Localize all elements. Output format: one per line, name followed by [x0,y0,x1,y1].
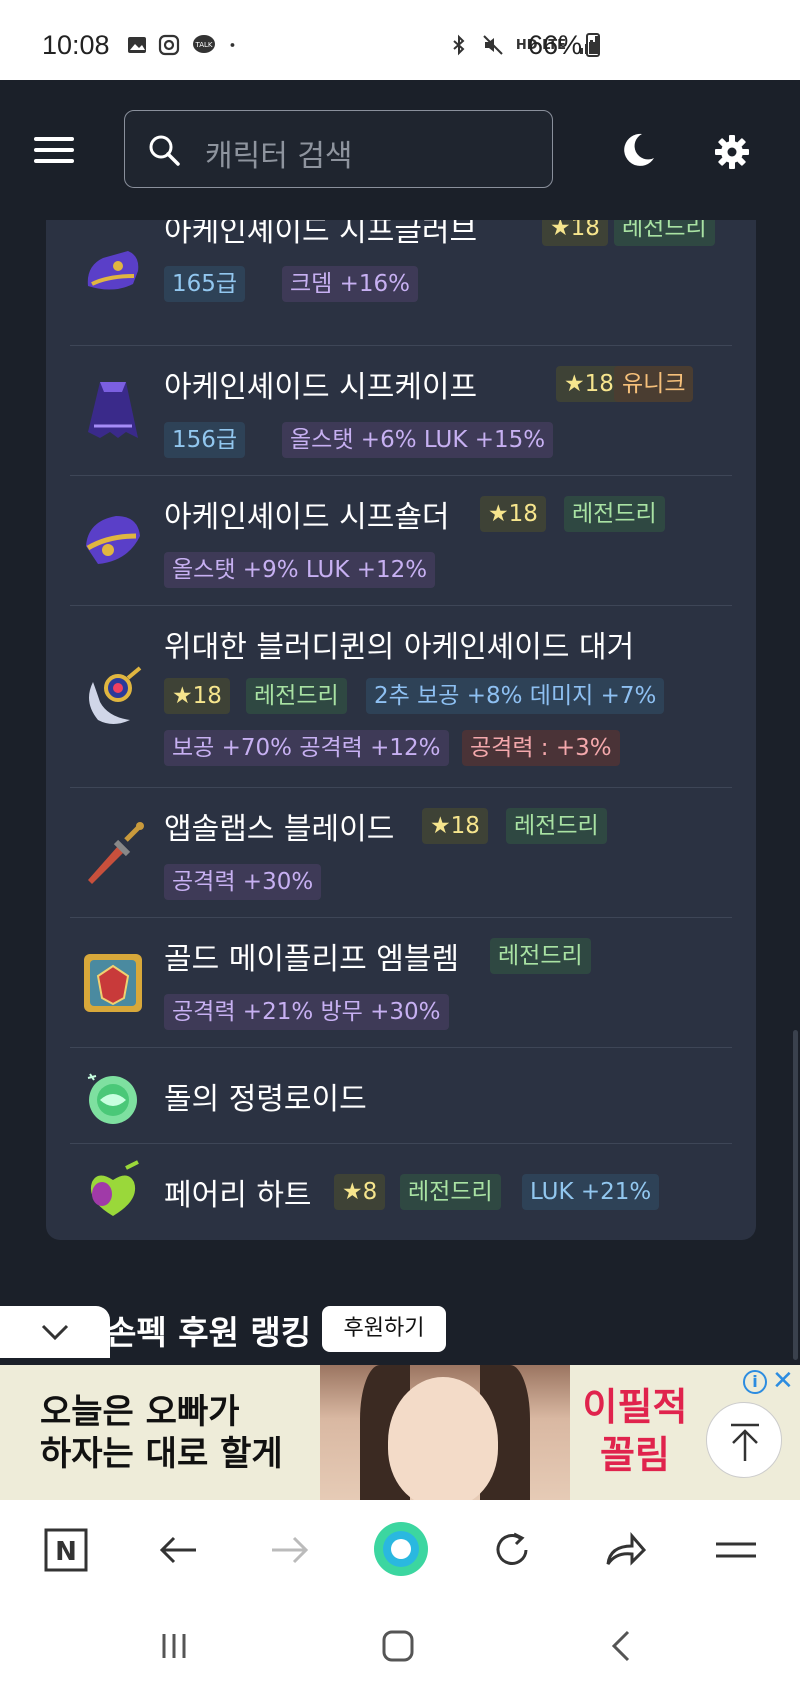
bluetooth-icon [453,34,465,56]
fairy-heart-icon [90,1160,139,1216]
stat-tag: 공격력 +30% [164,864,322,900]
search-icon [149,135,180,166]
instagram-icon [158,34,180,56]
status-bar: 10:08 TALK HD LTE 66% [0,0,800,80]
grade-badge: 레전드리 [614,220,715,246]
menu-button[interactable] [34,137,74,163]
stat-tag: 크뎀 +16% [282,266,419,302]
equipment-list: 아케인셰이드 시프글러브 ★18 레전드리 165급 크뎀 +16% 아케인셰이… [46,220,756,1240]
star-badge: ★18 [164,678,230,714]
star-badge: ★18 [556,366,622,402]
dagger-icon [89,666,142,724]
home-icon[interactable] [380,1628,416,1664]
recent-apps-icon[interactable] [156,1628,192,1664]
mute-icon [483,35,503,55]
search-input[interactable]: 캐릭터 검색 [124,110,553,188]
stat-tag: LUK +21% [522,1174,660,1210]
item-name: 앱솔랩스 블레이드 [164,812,395,847]
ad-info-icon[interactable]: i [743,1370,767,1394]
back-icon[interactable] [604,1628,640,1664]
menu-icon [34,137,74,141]
emblem-icon [84,954,142,1012]
star-badge: ★18 [422,808,488,844]
ad-text: 오늘은 오빠가 하자는 대로 할게 [40,1392,283,1474]
stat-tag: 보공 +70% 공격력 +12% [164,730,449,766]
app-header: 캐릭터 검색 [0,80,800,220]
glove-icon [87,251,139,290]
item-name: 돌의 정령로이드 [164,1082,367,1117]
level-tag: 165급 [164,266,246,302]
battery-icon [586,33,601,57]
stat-tag: 공격력 : +3% [462,730,620,766]
blade-icon [88,822,144,884]
item-name: 아케인셰이드 시프숄더 [164,500,450,535]
list-item[interactable]: 위대한 블러디퀸의 아케인셰이드 대거 ★18 레전드리 2추 보공 +8% 데… [70,606,732,788]
svg-text:TALK: TALK [194,41,212,49]
browser-toolbar: N [0,1500,800,1600]
list-item[interactable]: 돌의 정령로이드 [70,1048,732,1144]
ad-logo: 이필적 꼴림 [582,1385,688,1477]
dark-mode-moon-icon[interactable] [618,130,658,170]
back-arrow-icon[interactable] [156,1528,200,1572]
donate-button[interactable]: 후원하기 [322,1306,446,1352]
menu-lines-icon[interactable] [714,1528,758,1572]
ranking-title: 손펙 후원 랭킹 [106,1313,312,1352]
list-item[interactable]: 아케인셰이드 시프글러브 ★18 레전드리 165급 크뎀 +16% [70,220,732,346]
grade-badge: 레전드리 [564,496,665,532]
star-badge: ★8 [334,1174,386,1210]
grade-badge: 레전드리 [400,1174,501,1210]
stat-tag: 올스탯 +6% LUK +15% [282,422,554,458]
cape-icon [88,382,138,438]
list-item[interactable]: 아케인셰이드 시프케이프 ★18 유니크 156급 올스탯 +6% LUK +1… [70,346,732,476]
item-name: 아케인셰이드 시프케이프 [164,370,478,405]
ad-image [320,1365,570,1500]
search-placeholder: 캐릭터 검색 [205,139,353,174]
star-badge: ★18 [542,220,608,246]
grade-badge: 유니크 [614,366,694,402]
ad-close-icon[interactable]: ✕ [772,1366,794,1396]
kakaotalk-icon: TALK [193,35,215,53]
system-navigation-bar [0,1600,800,1689]
stat-tag: 올스탯 +9% LUK +12% [164,552,436,588]
settings-gear-icon[interactable] [712,132,752,172]
arrow-up-icon [731,1423,759,1461]
shoulder-icon [86,516,140,564]
collapse-button[interactable] [0,1306,110,1358]
grade-badge: 레전드리 [506,808,607,844]
battery-level: 66% [528,30,601,61]
list-item[interactable]: 아케인셰이드 시프숄더 ★18 레전드리 올스탯 +9% LUK +12% [70,476,732,606]
dot-icon [230,43,235,47]
chevron-down-icon [41,1324,69,1341]
status-time: 10:08 [42,30,110,60]
star-badge: ★18 [480,496,546,532]
item-name: 위대한 블러디퀸의 아케인셰이드 대거 [164,630,635,665]
svg-text:N: N [55,1537,77,1567]
refresh-icon[interactable] [490,1528,534,1572]
stat-tag: 공격력 +21% 방무 +30% [164,994,449,1030]
grade-badge: 레전드리 [246,678,347,714]
list-item[interactable]: 골드 메이플리프 엠블렘 레전드리 공격력 +21% 방무 +30% [70,918,732,1048]
list-item[interactable]: 페어리 하트 ★8 레전드리 LUK +21% [70,1144,732,1240]
spirit-stone-icon [87,1073,137,1124]
grade-badge: 레전드리 [490,938,591,974]
share-icon[interactable] [602,1528,646,1572]
list-item[interactable]: 앱솔랩스 블레이드 ★18 레전드리 공격력 +30% [70,788,732,918]
item-name: 골드 메이플리프 엠블렘 [164,942,460,977]
ad-banner[interactable]: 오늘은 오빠가 하자는 대로 할게 이필적 꼴림 [0,1365,800,1500]
item-name: 아케인셰이드 시프글러브 [164,220,478,249]
level-tag: 156급 [164,422,246,458]
item-name: 페어리 하트 [164,1178,312,1213]
gallery-icon [128,37,146,53]
home-circle-icon[interactable] [372,1520,430,1578]
stat-tag: 2추 보공 +8% 데미지 +7% [366,678,665,714]
page-scrollbar[interactable] [793,1030,798,1360]
forward-arrow-icon[interactable] [268,1528,312,1572]
scroll-top-button[interactable] [706,1402,782,1478]
naver-n-icon[interactable]: N [44,1528,88,1572]
